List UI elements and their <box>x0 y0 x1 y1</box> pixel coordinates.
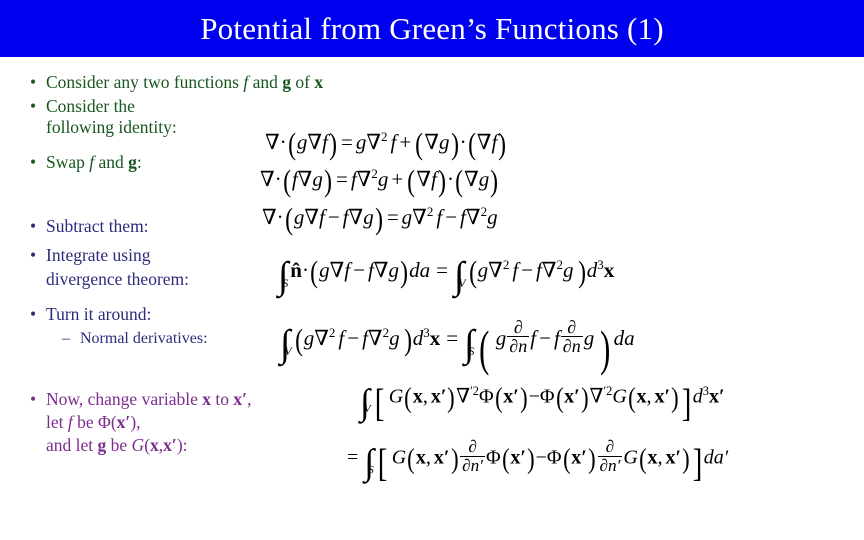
bullet-integrate-using: • Integrate using <box>30 245 150 266</box>
equation-greens-function-surface-integral: = ∫S[G(x, x′) ∂ ∂n′ Φ(x′)−Φ(x′) ∂ ∂n′ G(x, x′)]da… <box>347 437 729 486</box>
variable-x: x <box>202 389 212 409</box>
variable-x: x <box>150 435 159 455</box>
variable-g: g <box>97 435 107 455</box>
bullet-text: Turn it around: <box>46 304 152 324</box>
bullet-subtract-them: • Subtract them: <box>30 216 149 237</box>
bullet-marker: • <box>30 245 37 265</box>
bullet-text-of: of <box>291 72 315 92</box>
bullet-text: Consider any two functions <box>46 72 244 92</box>
equation-divergence-theorem-form: ∫Sn̂·(g∇f − f∇g)da = ∫V (g∇2 f − f∇2g)d3x <box>278 254 615 298</box>
bullet-text-to: to <box>211 389 234 409</box>
bullet-marker: • <box>30 152 37 172</box>
bullet-text-and-let: and let <box>46 435 98 455</box>
bullet-text-swap: Swap <box>46 152 90 172</box>
bullet-text-be: be <box>106 435 132 455</box>
bullet-consider-two-functions: • Consider any two functions f and g of x <box>30 72 323 93</box>
sub-bullet-text: Normal derivatives: <box>80 330 208 347</box>
variable-g: g <box>282 72 291 92</box>
equation-turned-around-normal-derivatives: ∫V (g∇2 f − f∇2g)d3x = ∫S(g ∂ ∂n f − f ∂ ∂n g) da <box>280 317 635 376</box>
bullet-text-line2: following identity: <box>46 117 177 137</box>
paren-close-colon: ): <box>176 435 188 455</box>
bullet-text-line1: Consider the <box>46 96 135 116</box>
sub-bullet-marker: – <box>62 330 70 347</box>
bullet-text-a: Now, change variable <box>46 389 203 409</box>
equation-green-identity-gf: ∇·(g∇f) = g∇2 f + (∇g)·(∇f) <box>265 126 507 161</box>
variable-x: x <box>314 72 324 92</box>
bullet-text-and: and <box>248 72 283 92</box>
bullet-text: Subtract them: <box>46 216 149 236</box>
bullet-marker: • <box>30 304 37 324</box>
bullet-marker: • <box>30 389 37 409</box>
variable-x-prime: x′ <box>233 389 248 409</box>
bullet-marker: • <box>30 96 37 116</box>
sub-bullet-normal-derivatives: – Normal derivatives: <box>62 328 208 349</box>
bullet-following-identity: following identity: <box>30 117 177 138</box>
variable-x-prime: x′ <box>116 412 131 432</box>
bullet-swap-f-and-g: • Swap f and g: <box>30 152 142 173</box>
variable-x-prime: x′ <box>163 435 177 455</box>
bullet-marker: • <box>30 216 37 236</box>
bullet-text-close: ), <box>130 412 141 432</box>
bullet-text-be: be <box>72 412 99 432</box>
green-function-symbol: G <box>131 435 145 455</box>
bullet-text-colon: : <box>136 152 142 172</box>
equation-greens-function-volume-integral: ∫V[G(x, x′)∇′2Φ(x′)−Φ(x′)∇′2G(x, x′)]d3x′ <box>360 381 725 425</box>
bullet-divergence-theorem: divergence theorem: <box>30 269 189 290</box>
bullet-consider-the: • Consider the <box>30 96 135 117</box>
bullet-text-line1: Integrate using <box>46 245 151 265</box>
variable-g: g <box>128 152 137 172</box>
slide-title-banner: Potential from Green’s Functions (1) <box>0 0 864 57</box>
bullet-turn-it-around: • Turn it around: <box>30 304 151 325</box>
bullet-text-and: and <box>94 152 129 172</box>
bullet-marker: • <box>30 72 37 92</box>
bullet-text-let: let <box>46 412 68 432</box>
bullet-text-comma: , <box>247 389 252 409</box>
bullet-text-line2: divergence theorem: <box>46 269 190 289</box>
bullet-change-variable: • Now, change variable x to x′, <box>30 389 251 410</box>
page-title: Potential from Green’s Functions (1) <box>200 10 664 46</box>
equation-green-identity-fg: ∇·(f∇g) = f∇2g + (∇f)·(∇g) <box>260 163 499 198</box>
symbol-phi-open: Φ( <box>98 412 117 432</box>
bullet-let-f-be-phi: let f be Φ(x′), <box>30 412 141 433</box>
bullet-let-g-be-green-function: and let g be G(x,x′): <box>30 435 188 456</box>
equation-green-identity-subtracted: ∇·(g∇f − f∇g) = g∇2 f − f∇2g <box>262 201 498 236</box>
